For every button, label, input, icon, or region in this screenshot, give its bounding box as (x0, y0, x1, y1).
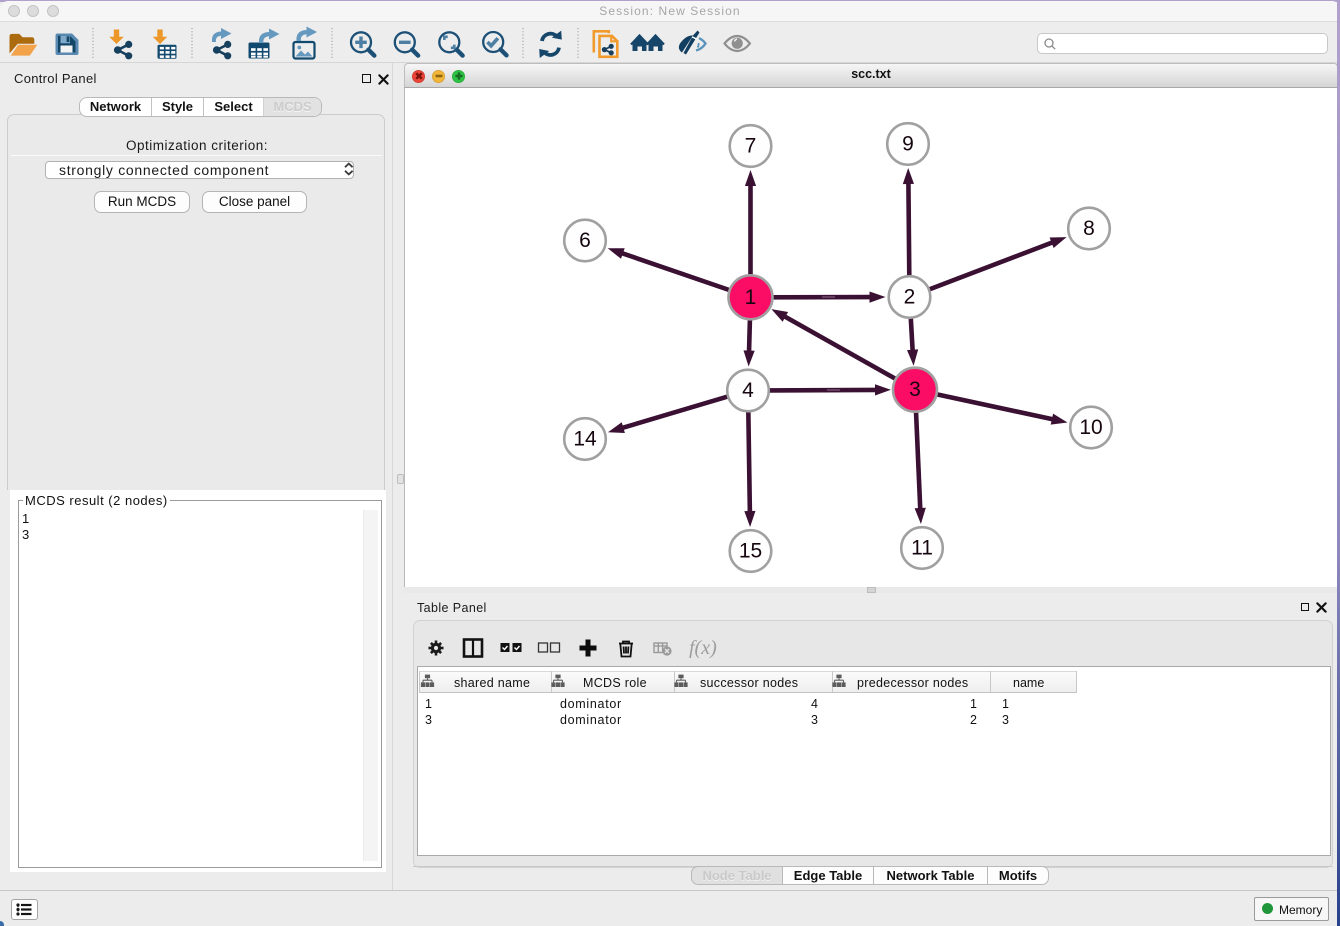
svg-text:1: 1 (745, 286, 757, 309)
svg-text:7: 7 (745, 135, 757, 158)
svg-text:4: 4 (742, 379, 754, 402)
svg-text:15: 15 (739, 540, 762, 563)
svg-text:f(x): f(x) (689, 638, 717, 658)
svg-text:2: 2 (904, 286, 916, 309)
svg-text:11: 11 (911, 537, 933, 560)
svg-text:14: 14 (573, 428, 597, 451)
svg-text:9: 9 (902, 133, 914, 156)
svg-text:6: 6 (579, 229, 591, 252)
svg-text:10: 10 (1079, 416, 1102, 439)
svg-text:8: 8 (1083, 217, 1095, 240)
svg-text:3: 3 (909, 378, 921, 401)
